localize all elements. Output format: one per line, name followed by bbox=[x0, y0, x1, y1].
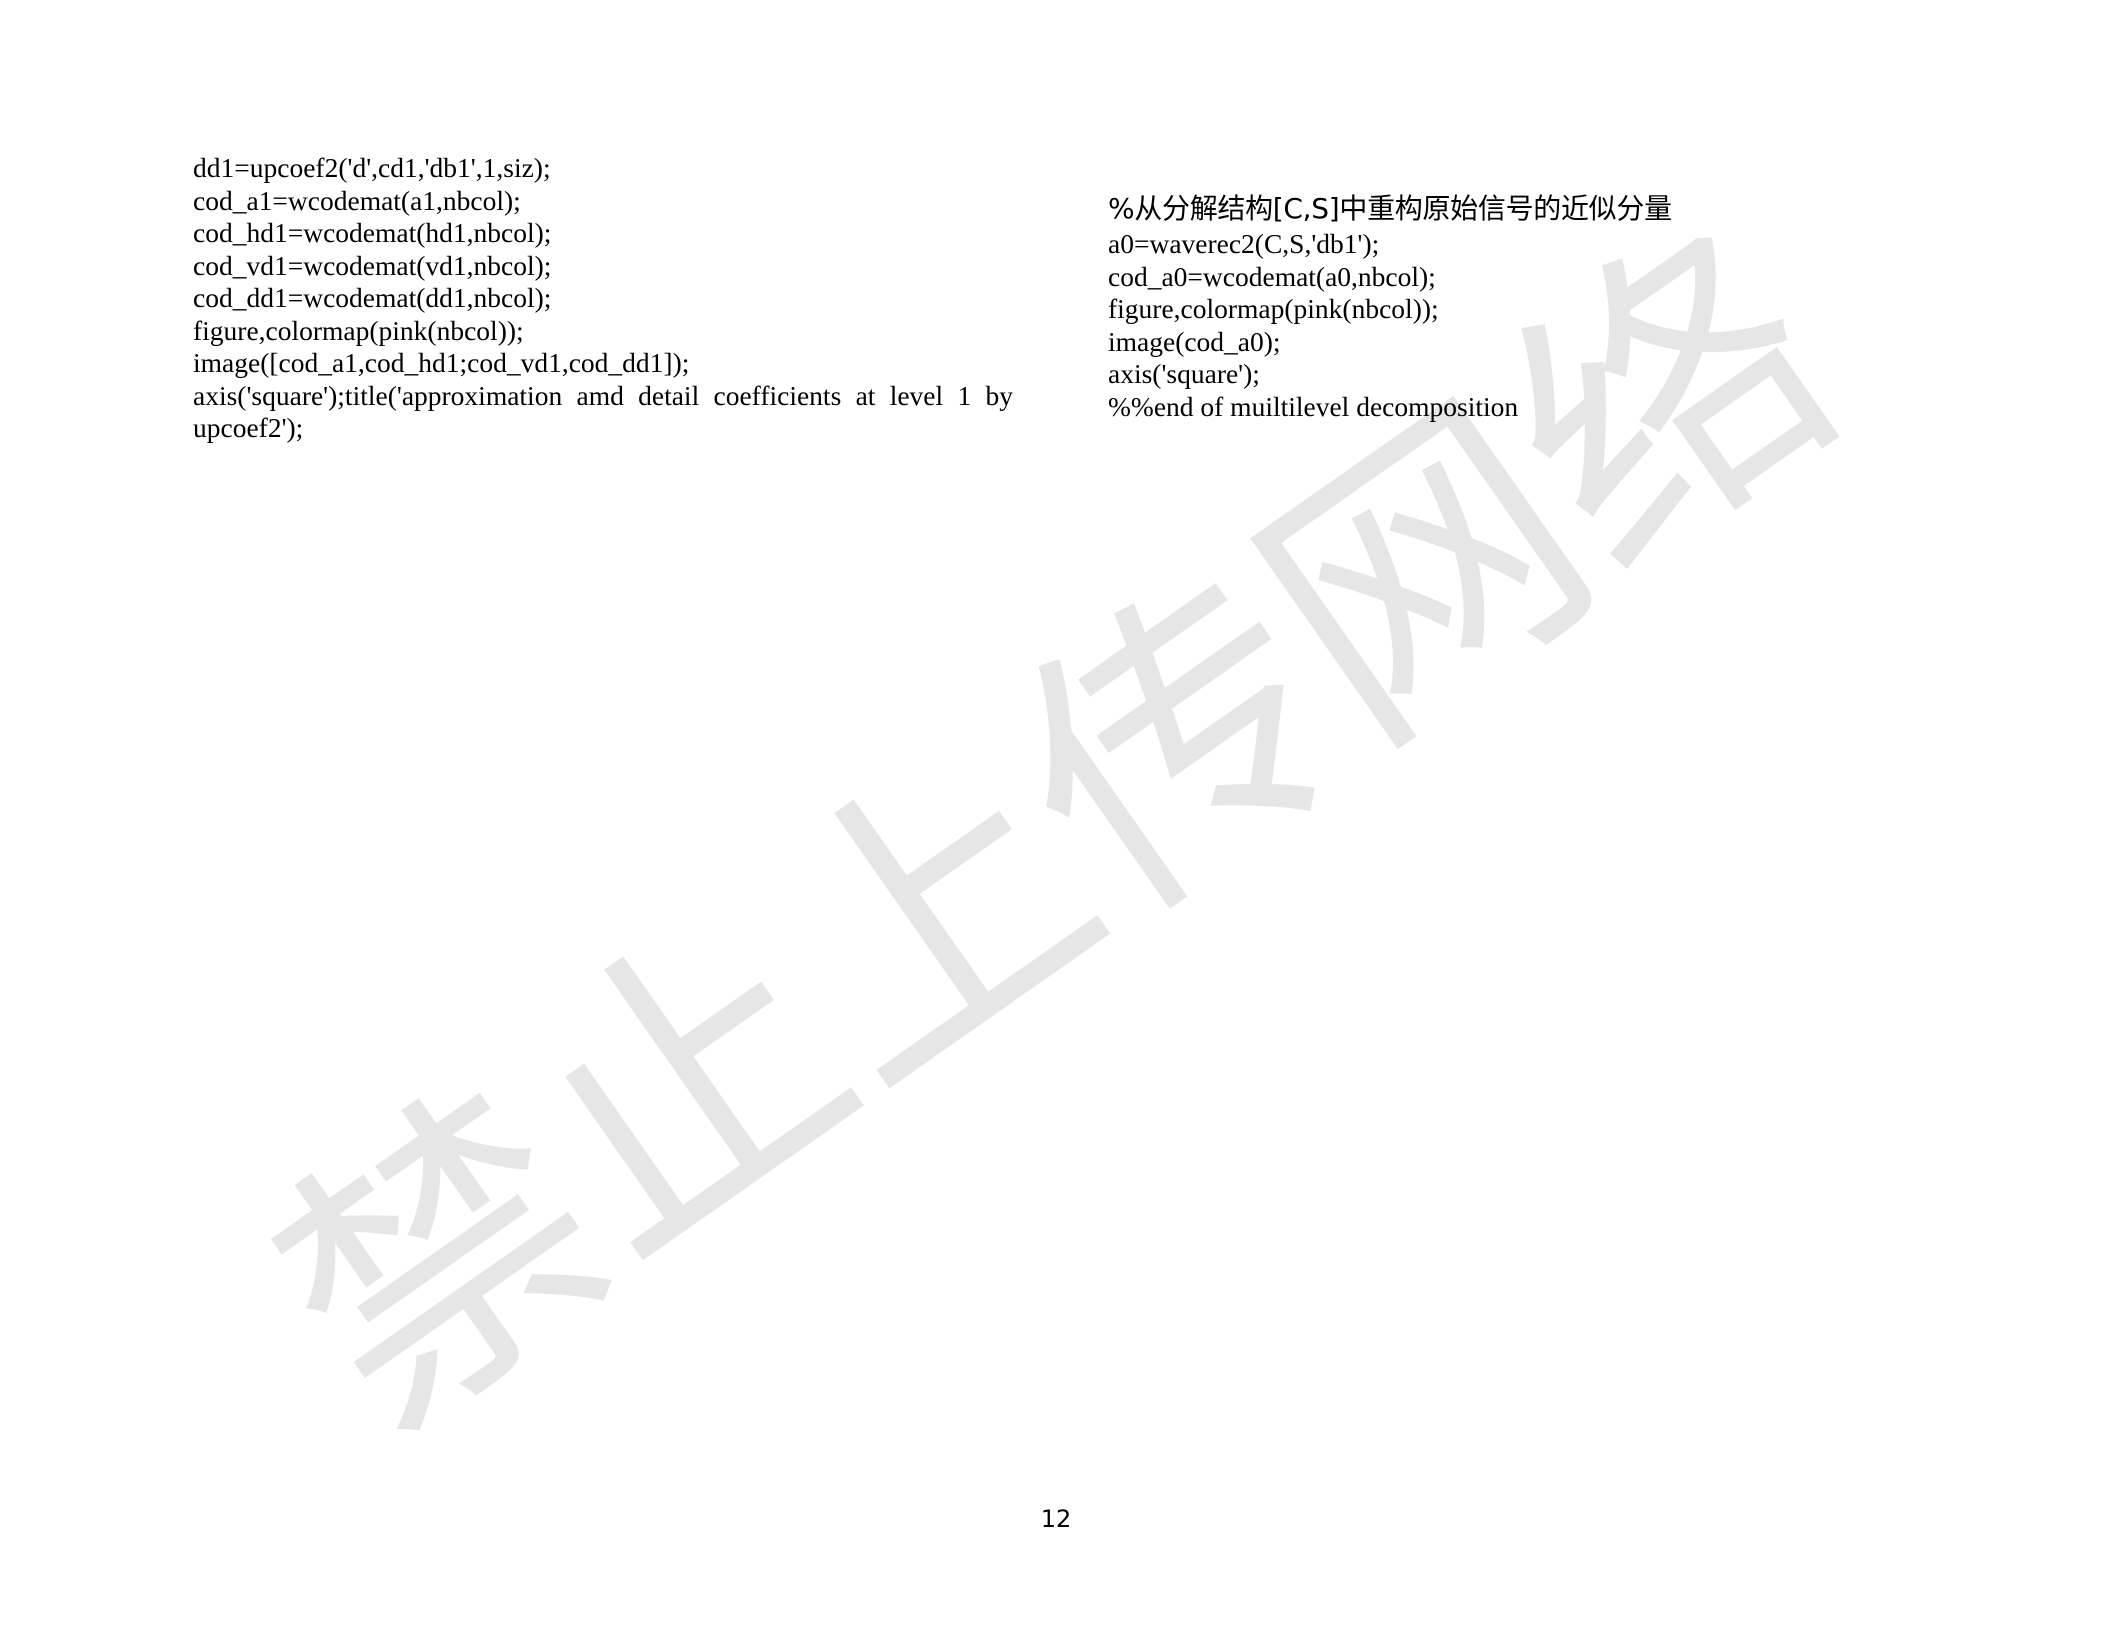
code-line: a0=waverec2(C,S,'db1'); bbox=[1108, 228, 1380, 259]
code-line: image([cod_a1,cod_hd1;cod_vd1,cod_dd1]); bbox=[193, 347, 690, 378]
page-number: 12 bbox=[1040, 1505, 1072, 1533]
right-code-column: %从分解结构[C,S]中重构原始信号的近似分量 a0=waverec2(C,S,… bbox=[1108, 192, 1928, 423]
code-line: figure,colormap(pink(nbcol)); bbox=[193, 314, 524, 346]
code-line: cod_dd1=wcodemat(dd1,nbcol); bbox=[193, 282, 552, 313]
code-line: cod_a1=wcodemat(a1,nbcol); bbox=[193, 184, 521, 216]
left-code-column: dd1=upcoef2('d',cd1,'db1',1,siz); cod_a1… bbox=[193, 152, 1013, 445]
code-line: upcoef2'); bbox=[193, 412, 304, 443]
code-line: image(cod_a0); bbox=[1108, 325, 1281, 357]
comment-heading: %从分解结构[C,S]中重构原始信号的近似分量 bbox=[1108, 192, 1672, 225]
code-line: figure,colormap(pink(nbcol)); bbox=[1108, 293, 1439, 324]
code-line: axis('square');title('approximation amd … bbox=[193, 379, 1013, 411]
document-page: 禁止上传网络 dd1=upcoef2('d',cd1,'db1',1,siz);… bbox=[0, 0, 2112, 1632]
code-line: cod_hd1=wcodemat(hd1,nbcol); bbox=[193, 217, 552, 248]
code-line: cod_vd1=wcodemat(vd1,nbcol); bbox=[193, 249, 552, 281]
code-line: cod_a0=wcodemat(a0,nbcol); bbox=[1108, 260, 1436, 292]
code-line: axis('square'); bbox=[1108, 358, 1260, 389]
code-line: %%end of muiltilevel decomposition bbox=[1108, 390, 1519, 422]
code-line: dd1=upcoef2('d',cd1,'db1',1,siz); bbox=[193, 152, 551, 183]
